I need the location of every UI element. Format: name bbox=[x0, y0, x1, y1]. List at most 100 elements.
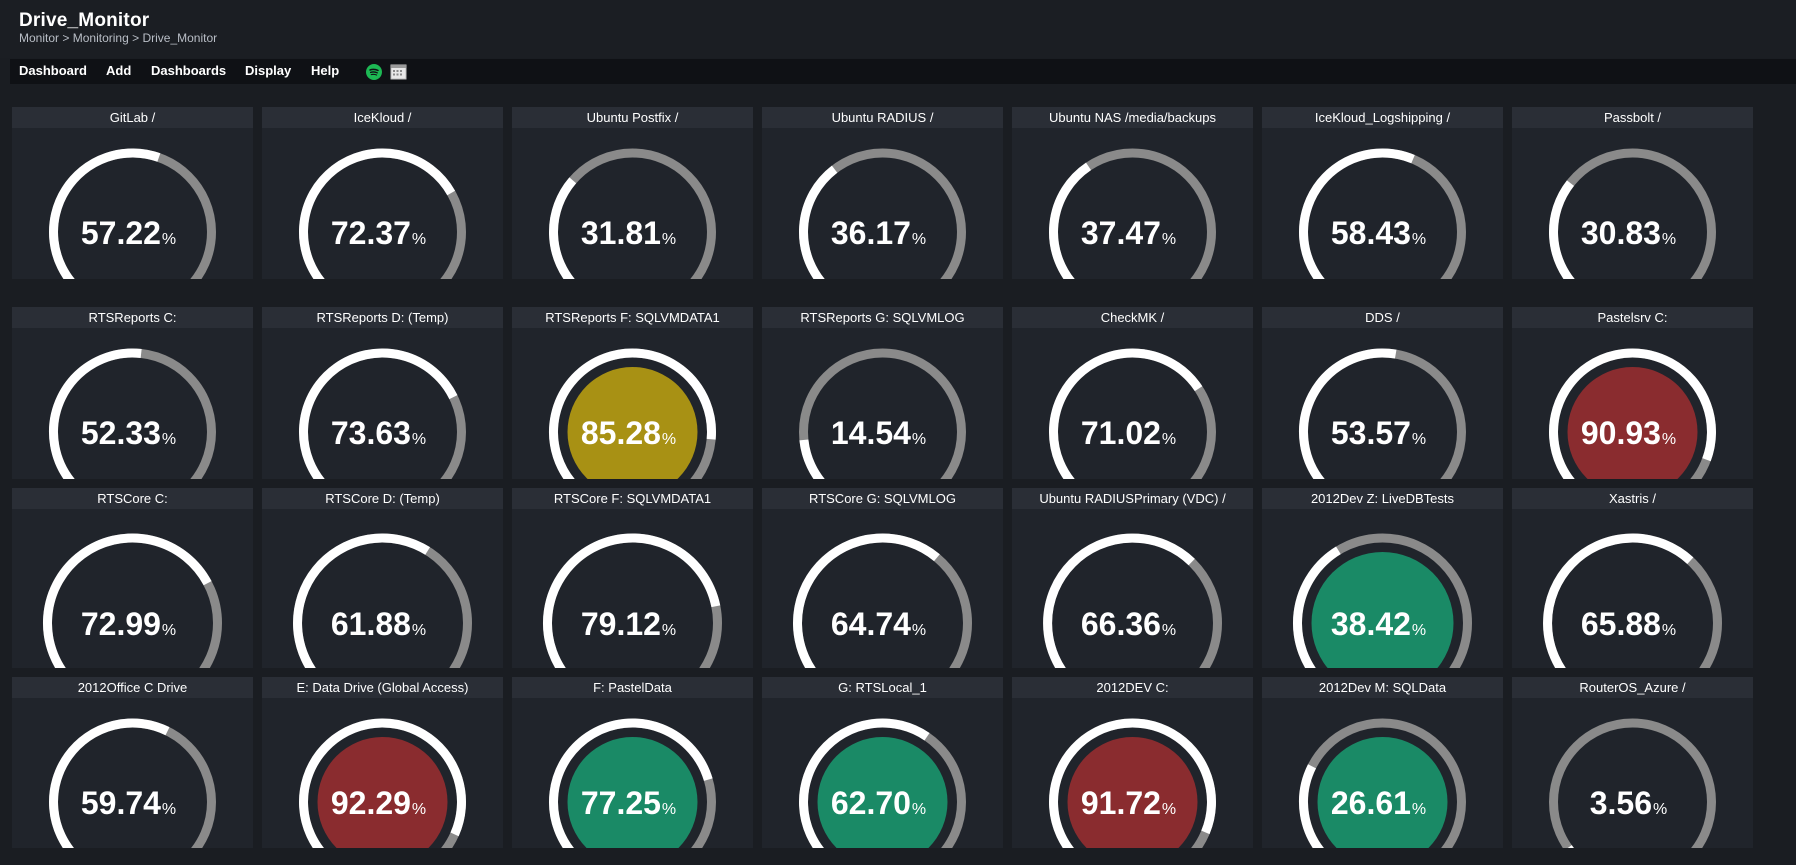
gauge-value: 31.81% bbox=[581, 215, 676, 251]
dashlet-title[interactable]: Ubuntu NAS /media/backups bbox=[1012, 107, 1253, 128]
gauge-dashlet[interactable]: 2012Dev M: SQLData 26.61%0%100%Service: O… bbox=[1262, 677, 1503, 848]
dashlet-title[interactable]: RTSReports G: SQLVMLOG bbox=[762, 307, 1003, 328]
gauge-dashlet[interactable]: IceKloud_Logshipping / 58.43%0%100% bbox=[1262, 107, 1503, 279]
gauge-value: 37.47% bbox=[1081, 215, 1176, 251]
gauge-value: 71.02% bbox=[1081, 415, 1176, 451]
gauge-value-arc bbox=[1543, 533, 1694, 668]
gauge-value-arc bbox=[1043, 533, 1195, 668]
gauge-dashlet[interactable]: DDS / 53.57%0%100% bbox=[1262, 307, 1503, 479]
dashlet-title[interactable]: GitLab / bbox=[12, 107, 253, 128]
dashlet-title[interactable]: RTSCore F: SQLVMDATA1 bbox=[512, 488, 753, 509]
gauge-chart: 85.28%0%100%Service: WARN bbox=[549, 348, 716, 479]
dashlet-title[interactable]: RTSCore D: (Temp) bbox=[262, 488, 503, 509]
gauge-dashlet[interactable]: GitLab / 57.22%0%100% bbox=[12, 107, 253, 279]
dashlet-title[interactable]: F: PastelData bbox=[512, 677, 753, 698]
dashlet-title[interactable]: Xastris / bbox=[1512, 488, 1753, 509]
gauge-dashlet[interactable]: Passbolt / 30.83%0%100% bbox=[1512, 107, 1753, 279]
menu-help[interactable]: Help bbox=[311, 63, 339, 78]
gauge-dashlet[interactable]: RTSReports D: (Temp) 73.63%0%100% bbox=[262, 307, 503, 479]
gauge-value: 61.88% bbox=[331, 606, 426, 642]
gauge-dashlet[interactable]: RouterOS_Azure / 3.56%0%100% bbox=[1512, 677, 1753, 848]
breadcrumb-monitoring[interactable]: Monitoring bbox=[73, 31, 129, 45]
gauge-dashlet[interactable]: 2012Office C Drive 59.74%0%100% bbox=[12, 677, 253, 848]
gauge-dashlet[interactable]: RTSCore G: SQLVMLOG 64.74%0%100% bbox=[762, 488, 1003, 668]
gauge-dashlet[interactable]: 2012DEV C: 91.72%0%100%Service: CRIT bbox=[1012, 677, 1253, 848]
calendar-icon[interactable] bbox=[390, 63, 407, 80]
dashlet-title[interactable]: IceKloud / bbox=[262, 107, 503, 128]
dashlet-title[interactable]: Ubuntu RADIUSPrimary (VDC) / bbox=[1012, 488, 1253, 509]
gauge-dashlet[interactable]: RTSCore D: (Temp) 61.88%0%100% bbox=[262, 488, 503, 668]
gauge-dashlet[interactable]: G: RTSLocal_1 62.70%0%100%Service: OK bbox=[762, 677, 1003, 848]
header: Drive_Monitor Monitor > Monitoring > Dri… bbox=[0, 0, 1796, 58]
gauge-dashlet[interactable]: Xastris / 65.88%0%100% bbox=[1512, 488, 1753, 668]
dashlet-title[interactable]: G: RTSLocal_1 bbox=[762, 677, 1003, 698]
dashlet-title[interactable]: Ubuntu RADIUS / bbox=[762, 107, 1003, 128]
gauge-value: 72.99% bbox=[81, 606, 176, 642]
gauge-value: 36.17% bbox=[831, 215, 926, 251]
breadcrumb: Monitor > Monitoring > Drive_Monitor bbox=[19, 31, 217, 45]
spotify-icon[interactable] bbox=[366, 64, 382, 80]
gauge-dashlet[interactable]: Ubuntu NAS /media/backups 37.47%0%100% bbox=[1012, 107, 1253, 279]
gauge-dashlet[interactable]: RTSReports F: SQLVMDATA1 85.28%0%100%Serv… bbox=[512, 307, 753, 479]
gauge-value-arc bbox=[543, 533, 721, 668]
gauge-chart: 62.70%0%100%Service: OK bbox=[799, 718, 966, 848]
gauge-value: 59.74% bbox=[81, 785, 176, 821]
gauge-chart: 64.74%0%100% bbox=[793, 533, 972, 668]
breadcrumb-drive-monitor[interactable]: Drive_Monitor bbox=[142, 31, 217, 45]
gauge-dashlet[interactable]: Pastelsrv C: 90.93%0%100%Service: CRIT bbox=[1512, 307, 1753, 479]
gauge-value: 79.12% bbox=[581, 606, 676, 642]
dashlet-title[interactable]: 2012Dev Z: LiveDBTests bbox=[1262, 488, 1503, 509]
dashlet-title[interactable]: 2012Office C Drive bbox=[12, 677, 253, 698]
gauge-chart: 71.02%0%100% bbox=[1049, 348, 1216, 479]
gauge-chart: 36.17%0%100% bbox=[799, 148, 966, 279]
gauge-chart: 26.61%0%100%Service: OK bbox=[1299, 718, 1466, 848]
dashlet-title[interactable]: E: Data Drive (Global Access) bbox=[262, 677, 503, 698]
gauge-dashlet[interactable]: RTSCore F: SQLVMDATA1 79.12%0%100% bbox=[512, 488, 753, 668]
dashlet-title[interactable]: Passbolt / bbox=[1512, 107, 1753, 128]
gauge-dashlet[interactable]: Ubuntu RADIUS / 36.17%0%100% bbox=[762, 107, 1003, 279]
gauge-chart: 77.25%0%100%Service: OK bbox=[549, 718, 716, 848]
breadcrumb-separator: > bbox=[132, 31, 140, 45]
gauge-dashlet[interactable]: Ubuntu RADIUSPrimary (VDC) / 66.36%0%100% bbox=[1012, 488, 1253, 668]
gauge-chart: 14.54%0%100% bbox=[799, 348, 966, 479]
dashlet-title[interactable]: Ubuntu Postfix / bbox=[512, 107, 753, 128]
gauge-chart: 30.83%0%100% bbox=[1549, 148, 1716, 279]
gauge-value-arc bbox=[549, 177, 577, 279]
gauge-chart: 65.88%0%100% bbox=[1543, 533, 1722, 668]
gauge-chart: 73.63%0%100% bbox=[299, 348, 466, 479]
gauge-dashlet[interactable]: 2012Dev Z: LiveDBTests 38.42%0%100%Servic… bbox=[1262, 488, 1503, 668]
menu-add[interactable]: Add bbox=[106, 63, 131, 78]
menu-dashboards[interactable]: Dashboards bbox=[151, 63, 226, 78]
gauge-value: 14.54% bbox=[831, 415, 926, 451]
dashlet-title[interactable]: RTSReports C: bbox=[12, 307, 253, 328]
menu-display[interactable]: Display bbox=[245, 63, 291, 78]
dashlet-title[interactable]: IceKloud_Logshipping / bbox=[1262, 107, 1503, 128]
dashlet-title[interactable]: RTSReports F: SQLVMDATA1 bbox=[512, 307, 753, 328]
gauge-dashlet[interactable]: IceKloud / 72.37%0%100% bbox=[262, 107, 503, 279]
dashlet-title[interactable]: DDS / bbox=[1262, 307, 1503, 328]
gauge-dashlet[interactable]: Ubuntu Postfix / 31.81%0%100% bbox=[512, 107, 753, 279]
gauge-chart: 90.93%0%100%Service: CRIT bbox=[1549, 348, 1716, 479]
gauge-dashlet[interactable]: F: PastelData 77.25%0%100%Service: OK bbox=[512, 677, 753, 848]
dashlet-title[interactable]: CheckMK / bbox=[1012, 307, 1253, 328]
dashlet-title[interactable]: 2012Dev M: SQLData bbox=[1262, 677, 1503, 698]
menu-dashboard[interactable]: Dashboard bbox=[19, 63, 87, 78]
gauge-dashlet[interactable]: RTSReports C: 52.33%0%100% bbox=[12, 307, 253, 479]
breadcrumb-monitor[interactable]: Monitor bbox=[19, 31, 59, 45]
dashlet-title[interactable]: Pastelsrv C: bbox=[1512, 307, 1753, 328]
gauge-chart: 92.29%0%100%Service: CRIT bbox=[299, 718, 466, 848]
gauge-dashlet[interactable]: RTSCore C: 72.99%0%100% bbox=[12, 488, 253, 668]
gauge-value: 58.43% bbox=[1331, 215, 1426, 251]
page-title: Drive_Monitor bbox=[19, 10, 150, 31]
dashlet-title[interactable]: RTSCore G: SQLVMLOG bbox=[762, 488, 1003, 509]
gauge-dashlet[interactable]: RTSReports G: SQLVMLOG 14.54%0%100% bbox=[762, 307, 1003, 479]
dashlet-title[interactable]: RouterOS_Azure / bbox=[1512, 677, 1753, 698]
gauge-dashlet[interactable]: E: Data Drive (Global Access) 92.29%0%100… bbox=[262, 677, 503, 848]
gauge-value-arc bbox=[293, 533, 431, 668]
gauge-value-arc bbox=[1549, 180, 1575, 279]
gauge-chart: 59.74%0%100% bbox=[49, 718, 216, 848]
gauge-dashlet[interactable]: CheckMK / 71.02%0%100% bbox=[1012, 307, 1253, 479]
dashlet-title[interactable]: RTSReports D: (Temp) bbox=[262, 307, 503, 328]
dashlet-title[interactable]: RTSCore C: bbox=[12, 488, 253, 509]
dashlet-title[interactable]: 2012DEV C: bbox=[1012, 677, 1253, 698]
